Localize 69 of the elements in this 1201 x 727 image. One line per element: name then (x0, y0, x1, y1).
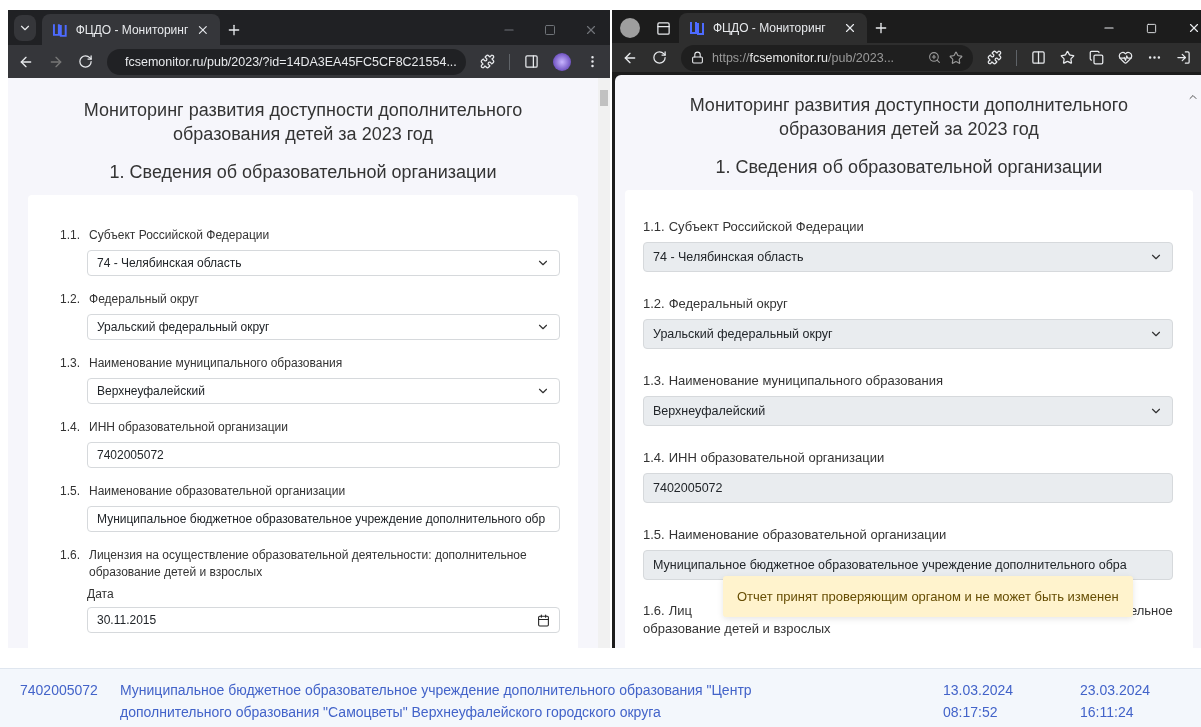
browser-tab[interactable]: ФЦДО - Мониторинг (42, 14, 220, 45)
field-number: 1.3. (643, 372, 665, 389)
field-label: ИНН образовательной организации (668, 449, 885, 466)
favorites-icon[interactable] (1060, 50, 1075, 65)
site-logo-icon (689, 20, 705, 36)
field-label: Лиц (668, 603, 692, 618)
new-tab-icon[interactable] (873, 20, 889, 36)
field-number: 1.2. (643, 295, 665, 312)
notification-toast: Отчет принят проверяющим органом и не может быть изменен (723, 576, 1133, 617)
input-field[interactable]: Муниципальное бюджетное образовательное учреждение дополнительного обр (87, 506, 560, 532)
select-field[interactable]: Верхнеуфалейский (87, 378, 560, 404)
page-title: Мониторинг развития доступности дополнительного образования детей за 2023 год (688, 94, 1130, 141)
profile-avatar[interactable] (553, 52, 571, 71)
collections-icon[interactable] (1089, 50, 1104, 65)
field-number: 1.4. (60, 419, 80, 436)
field-number: 1.6. (643, 603, 665, 618)
field-number: 1.1. (60, 227, 80, 244)
scrollbar[interactable] (598, 78, 610, 648)
input-field[interactable]: 7402005072 (87, 442, 560, 468)
table-cell-text: 23.03.2024 (1080, 681, 1152, 700)
favorite-star-icon[interactable] (949, 50, 963, 65)
site-logo-icon (52, 21, 68, 38)
split-screen-icon[interactable] (1031, 50, 1046, 65)
field-number: 1.6. (60, 547, 80, 564)
field-label: Федеральный округ (668, 295, 788, 312)
lock-icon (691, 51, 704, 64)
tab-actions-icon[interactable] (656, 20, 671, 36)
extensions-icon[interactable] (480, 54, 495, 69)
field-label: Наименование образовательной организации (668, 526, 947, 543)
page-title: Мониторинг развития доступности дополнительного образования детей за 2023 год (82, 99, 524, 146)
field-number: 1.3. (60, 355, 80, 372)
field-label: Федеральный округ (89, 291, 199, 308)
field-label: образование детей и взрослых (643, 621, 832, 636)
table-cell-text: 08:17:52 (943, 703, 999, 722)
field-number: 1.1. (643, 218, 665, 235)
reload-icon[interactable] (652, 50, 667, 65)
field-number: 1.2. (60, 291, 80, 308)
select-field[interactable]: 74 - Челябинская область (87, 250, 560, 276)
tab-list-button[interactable] (14, 15, 36, 41)
field-label: Наименование муниципального образования (89, 355, 343, 372)
field-label: Наименование муниципального образования (668, 372, 943, 389)
field-number: 1.5. (643, 526, 665, 543)
address-bar[interactable]: https://fcsemonitor.ru/pub/2023... (681, 44, 973, 71)
profile-avatar[interactable] (620, 18, 640, 38)
field-label: Наименование образовательной организации (89, 483, 346, 500)
extensions-icon[interactable] (987, 50, 1002, 65)
calendar-icon[interactable] (537, 613, 550, 627)
reload-icon[interactable] (78, 54, 93, 69)
table-cell-text: 16:11:24 (1080, 703, 1135, 722)
field-label: ИНН образовательной организации (89, 419, 288, 436)
report-row[interactable] (0, 668, 1201, 727)
field-label: Субъект Российской Федерации (668, 218, 864, 235)
section-heading: 1. Сведения об образовательной организации (715, 157, 1103, 178)
table-cell-text: Муниципальное бюджетное образовательное учреждение дополнительного образования "Центр дополнительного образования "Самоцветы" Верхнеуфалейского городского округа (120, 681, 753, 722)
field-number: 1.5. (60, 483, 80, 500)
table-cell-text: 7402005072 (20, 681, 99, 700)
select-field[interactable]: Уральский федеральный округ (87, 314, 560, 340)
table-cell-text: 13.03.2024 (943, 681, 1015, 700)
field-number: 1.4. (643, 449, 665, 466)
field-sublabel: Дата (87, 587, 115, 601)
close-icon[interactable] (1187, 21, 1201, 35)
field-label: Лицензия на осуществление образовательной деятельности: дополнительное образование детей и взрослых (89, 547, 528, 581)
side-panel-icon[interactable] (524, 54, 539, 69)
close-tab-icon[interactable] (843, 21, 857, 35)
browser-tab[interactable]: ФЦДО - Мониторинг (679, 13, 867, 43)
section-heading: 1. Сведения об образовательной организации (109, 162, 497, 183)
date-field[interactable]: 30.11.2015 (87, 607, 560, 633)
field-label: Субъект Российской Федерации (89, 227, 270, 244)
address-bar[interactable]: fcsemonitor.ru/pub/2023/?id=14DA3EA45FC5CF8C21554... (107, 48, 466, 75)
